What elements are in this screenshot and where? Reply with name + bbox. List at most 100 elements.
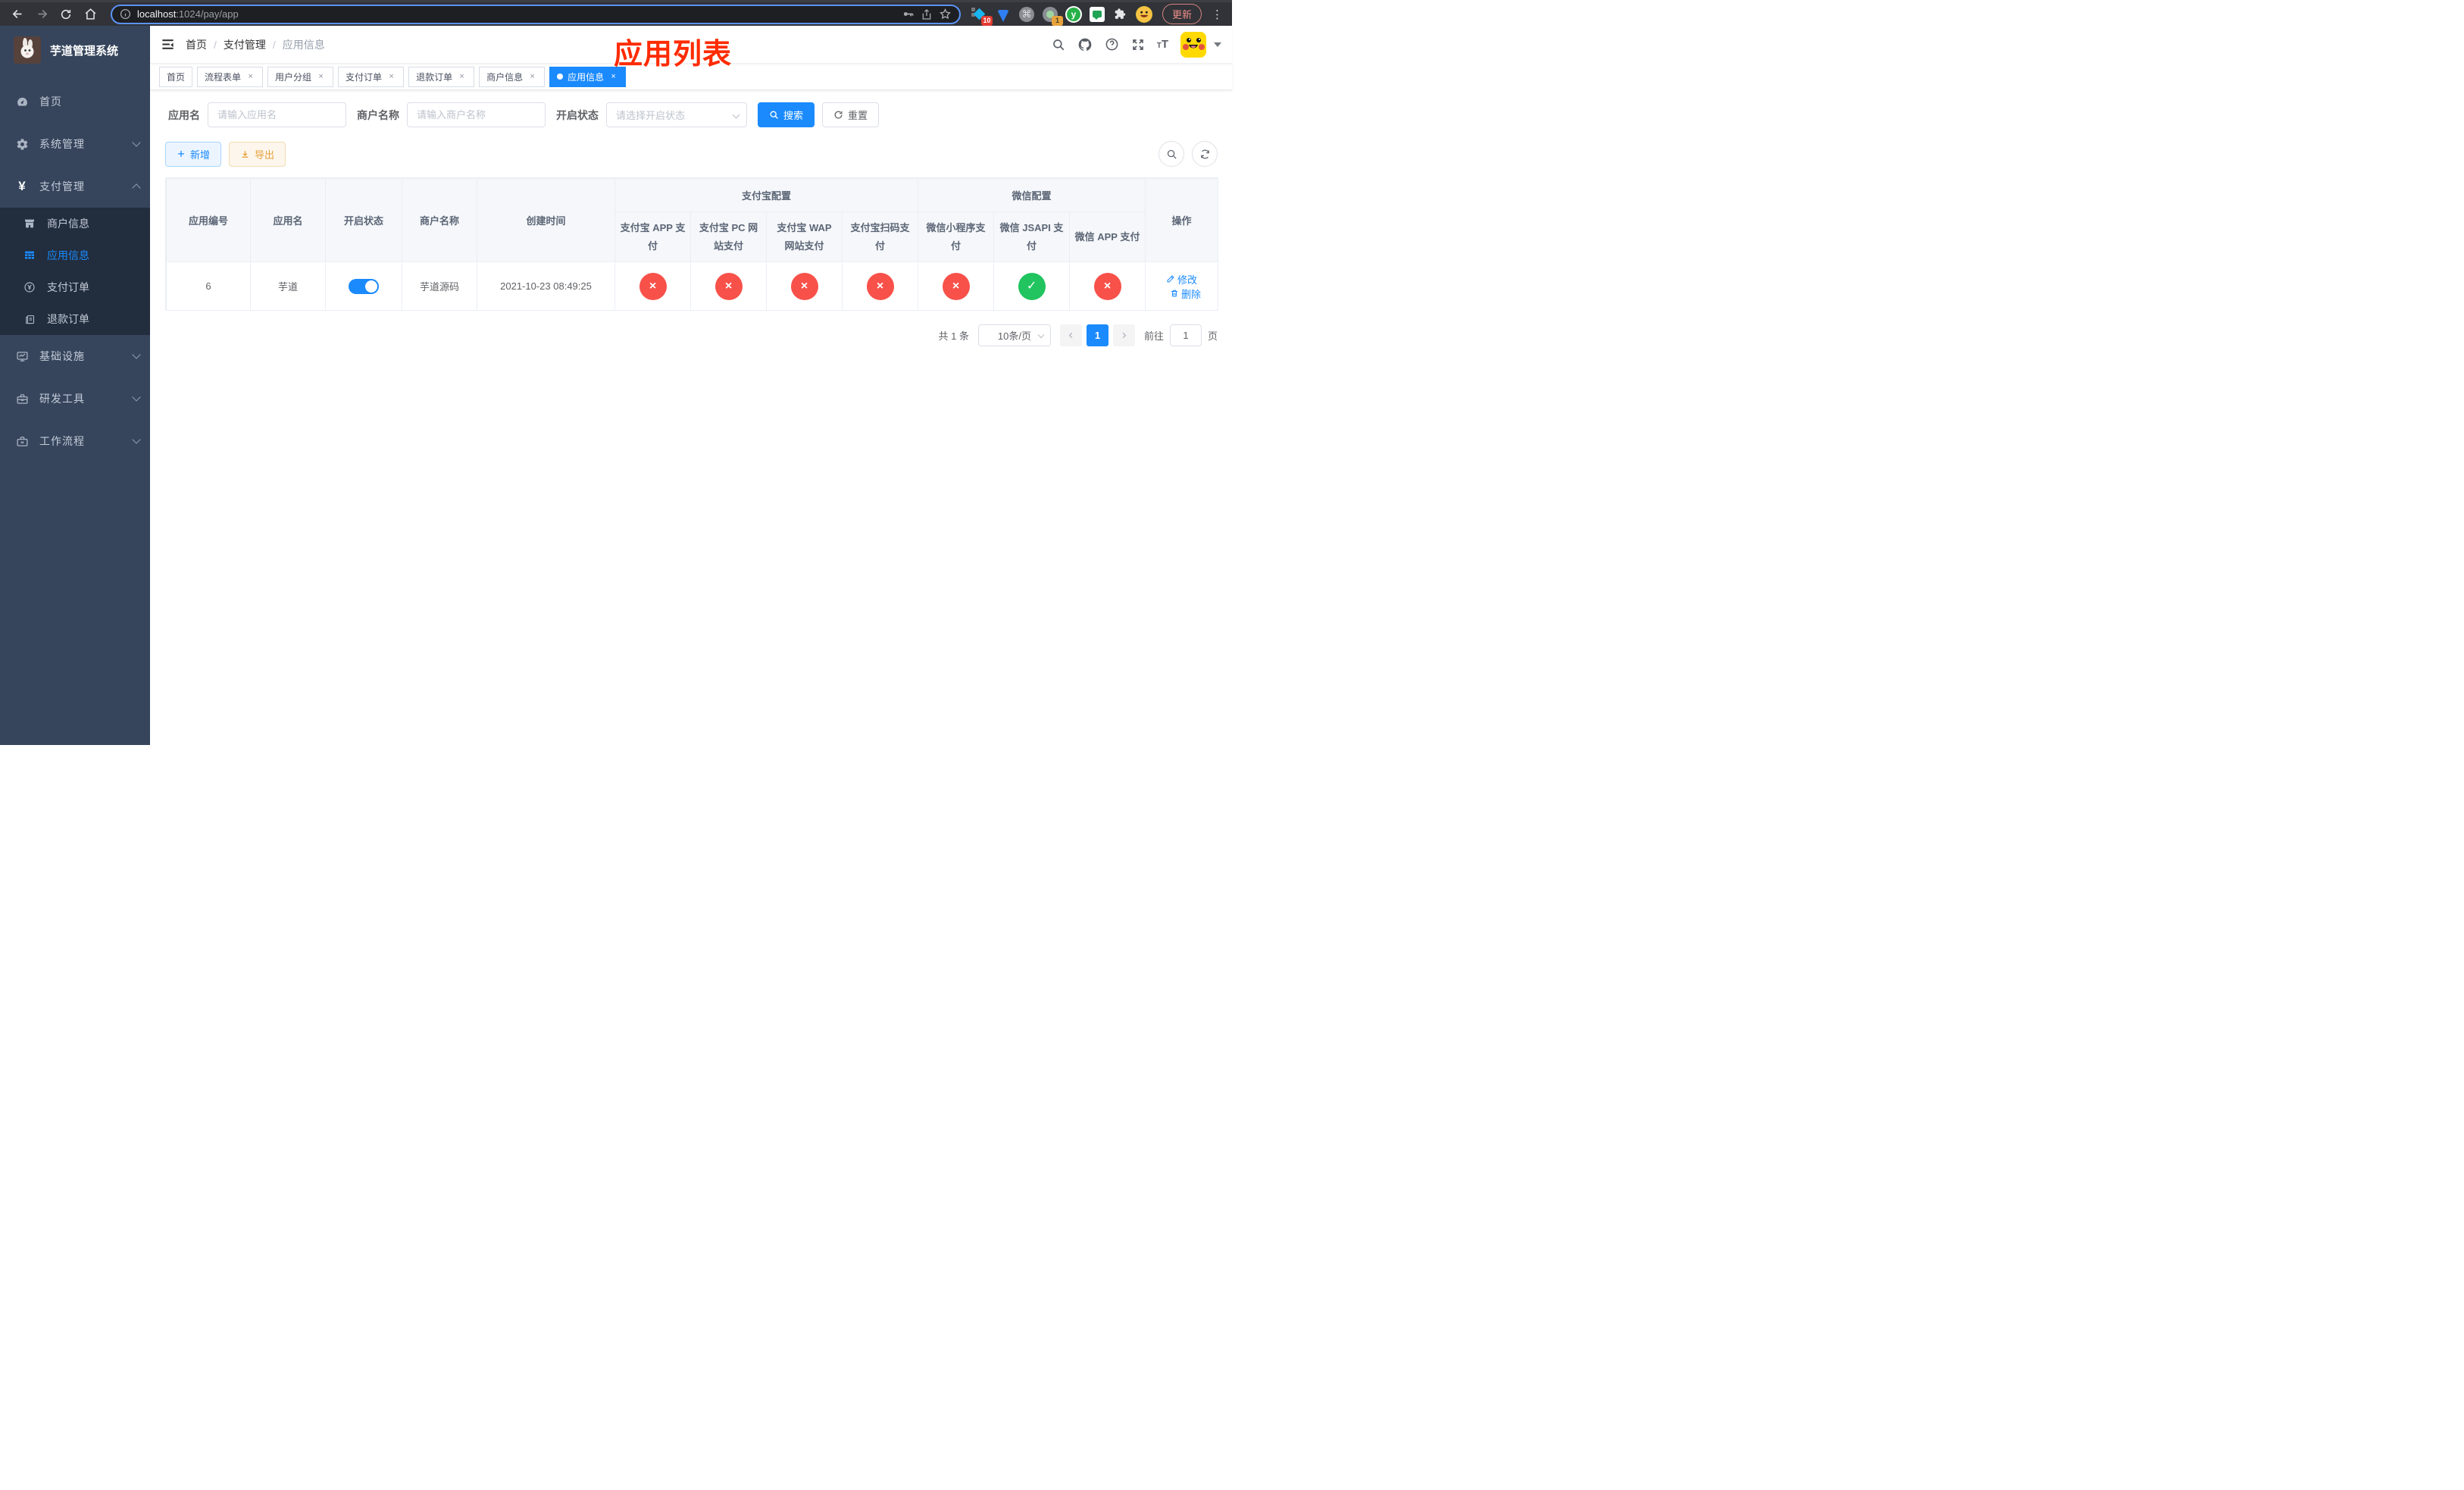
extension-y-icon[interactable]: y: [1065, 5, 1082, 23]
tag-label: 商户信息: [486, 71, 524, 83]
cross-status-icon[interactable]: ×: [790, 272, 818, 300]
grid-icon: [23, 249, 36, 261]
extension-command-icon[interactable]: ⌘: [1018, 6, 1035, 23]
payment-submenu: 商户信息 应用信息 支付订单 退款订单: [0, 208, 150, 335]
home-icon[interactable]: [80, 5, 100, 24]
chevron-down-icon: [132, 138, 141, 147]
back-icon[interactable]: [8, 5, 27, 24]
app-name-label: 应用名: [168, 108, 200, 121]
help-icon[interactable]: [1105, 37, 1119, 52]
forward-icon[interactable]: [32, 5, 52, 24]
fullscreen-icon[interactable]: [1131, 38, 1145, 52]
sidebar-collapse-icon[interactable]: [161, 37, 175, 52]
breadcrumb-payment[interactable]: 支付管理: [224, 37, 266, 52]
goto-page-input[interactable]: [1169, 324, 1202, 346]
extension-badge: 10: [980, 15, 993, 26]
avatar-caret-icon[interactable]: [1214, 42, 1221, 47]
cross-status-icon[interactable]: ×: [866, 272, 894, 300]
password-key-icon[interactable]: [902, 8, 915, 20]
sidebar: 芋道管理系统 首页 系统管理 ¥ 支付管理 商户信息 应用信息 支付订单 退款订…: [0, 26, 150, 745]
extensions-puzzle-icon[interactable]: [1112, 6, 1129, 23]
col-group-alipay: 支付宝配置: [614, 178, 919, 212]
delete-link[interactable]: 删除: [1170, 286, 1201, 301]
close-icon[interactable]: ×: [608, 72, 618, 82]
extension-gem-icon[interactable]: [995, 6, 1012, 23]
col-app-name: 应用名: [250, 178, 326, 262]
cell-alipay-app: ×: [614, 261, 691, 311]
tag-home[interactable]: 首页: [159, 66, 193, 87]
sidebar-item-system[interactable]: 系统管理: [0, 123, 150, 165]
cross-status-icon[interactable]: ×: [942, 272, 970, 300]
sidebar-item-pay-order[interactable]: 支付订单: [0, 271, 150, 303]
font-size-icon[interactable]: TT: [1157, 39, 1168, 50]
refresh-icon: [1200, 149, 1209, 158]
col-alipay-wap: 支付宝 WAP 网站支付: [766, 211, 843, 262]
app-name-input[interactable]: [208, 102, 346, 127]
cell-alipay-qr: ×: [841, 261, 919, 311]
pagination: 共 1 条 10条/页 1 前往 页: [165, 324, 1218, 346]
monitor-chart-icon: [15, 350, 29, 363]
reset-button[interactable]: 重置: [822, 102, 880, 127]
export-button[interactable]: 导出: [229, 141, 286, 167]
browser-profile-avatar[interactable]: [1135, 5, 1152, 23]
sidebar-item-workflow[interactable]: 工作流程: [0, 420, 150, 462]
tag-process-form[interactable]: 流程表单 ×: [197, 66, 264, 87]
extension-tiles-icon[interactable]: 10: [971, 6, 993, 26]
site-info-icon[interactable]: [120, 8, 131, 20]
prev-page-button[interactable]: [1059, 324, 1082, 346]
search-button[interactable]: 搜索: [758, 102, 815, 127]
tag-pay-order[interactable]: 支付订单 ×: [338, 66, 405, 87]
extension-chat-icon[interactable]: [1089, 6, 1105, 23]
extension-tray-icon[interactable]: 1: [1042, 6, 1063, 26]
cell-merchant: 芋道源码: [402, 261, 477, 311]
tag-app-info[interactable]: 应用信息 ×: [549, 66, 627, 87]
refresh-table-button[interactable]: [1192, 141, 1218, 167]
logo-row[interactable]: 芋道管理系统: [0, 26, 150, 74]
sidebar-item-dev-tools[interactable]: 研发工具: [0, 377, 150, 420]
cross-status-icon[interactable]: ×: [1093, 272, 1121, 300]
browser-menu-icon[interactable]: ⋮: [1210, 8, 1224, 21]
share-icon[interactable]: [921, 8, 933, 20]
merchant-name-input[interactable]: [407, 102, 546, 127]
cell-status: [325, 261, 402, 311]
add-button[interactable]: 新增: [165, 141, 222, 167]
close-icon[interactable]: ×: [316, 72, 326, 82]
sidebar-item-refund-order[interactable]: 退款订单: [0, 303, 150, 335]
reload-icon[interactable]: [56, 5, 76, 24]
chevron-down-icon: [1037, 331, 1045, 339]
status-select[interactable]: 请选择开启状态: [606, 102, 747, 127]
plus-icon: [178, 151, 184, 157]
check-status-icon[interactable]: ✓: [1018, 272, 1046, 300]
close-icon[interactable]: ×: [245, 72, 255, 82]
tag-refund-order[interactable]: 退款订单 ×: [408, 66, 475, 87]
tag-label: 应用信息: [568, 71, 605, 83]
table-toolbar: 新增 导出: [165, 141, 1218, 167]
search-icon[interactable]: [1052, 38, 1065, 52]
sidebar-item-app-info[interactable]: 应用信息: [0, 239, 150, 271]
cross-status-icon[interactable]: ×: [639, 272, 667, 300]
close-icon[interactable]: ×: [527, 72, 537, 82]
close-icon[interactable]: ×: [457, 72, 467, 82]
tag-label: 流程表单: [205, 71, 242, 83]
close-icon[interactable]: ×: [386, 72, 396, 82]
tags-view-bar: 首页 流程表单 × 用户分组 × 支付订单 × 退款订单 × 商户信息 × 应用信息 ×: [150, 64, 1232, 90]
next-page-button[interactable]: [1112, 324, 1135, 346]
breadcrumb-home[interactable]: 首页: [186, 37, 207, 52]
page-size-select[interactable]: 10条/页: [977, 324, 1051, 346]
tag-user-group[interactable]: 用户分组 ×: [267, 66, 334, 87]
edit-link[interactable]: 修改: [1166, 272, 1197, 286]
browser-update-button[interactable]: 更新: [1162, 4, 1202, 24]
toggle-search-button[interactable]: [1159, 141, 1184, 167]
bookmark-star-icon[interactable]: [939, 8, 952, 20]
sidebar-item-home[interactable]: 首页: [0, 80, 150, 123]
tag-merchant-info[interactable]: 商户信息 ×: [479, 66, 546, 87]
sidebar-item-infra[interactable]: 基础设施: [0, 335, 150, 377]
github-icon[interactable]: [1077, 37, 1093, 52]
cross-status-icon[interactable]: ×: [714, 272, 743, 300]
user-avatar[interactable]: [1180, 31, 1206, 58]
address-bar[interactable]: localhost:1024/pay/app: [111, 4, 961, 24]
status-toggle[interactable]: [349, 278, 379, 294]
sidebar-item-payment[interactable]: ¥ 支付管理: [0, 165, 150, 208]
page-1-button[interactable]: 1: [1086, 324, 1108, 346]
sidebar-item-merchant-info[interactable]: 商户信息: [0, 208, 150, 239]
